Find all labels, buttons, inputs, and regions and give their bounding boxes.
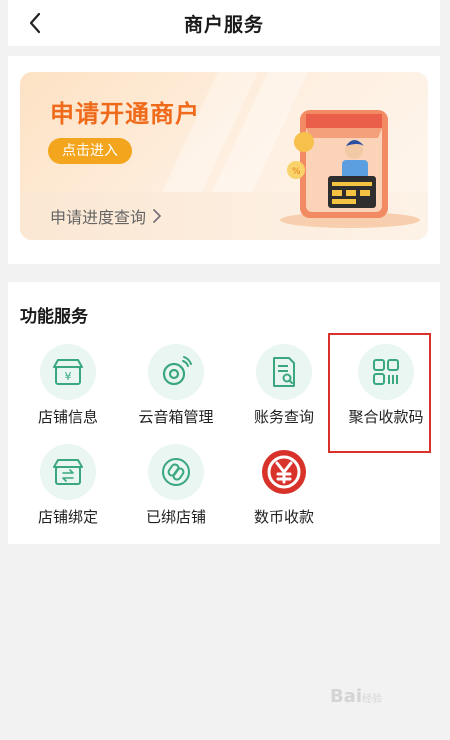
service-store-bind[interactable]: 店铺绑定	[14, 444, 122, 540]
banner-title: 申请开通商户	[50, 100, 200, 128]
chevron-right-icon	[153, 209, 161, 223]
merchant-illustration-icon: %	[280, 110, 420, 228]
service-label: 账务查询	[253, 408, 314, 426]
apply-button[interactable]: 点击进入	[48, 138, 132, 164]
service-label: 云音箱管理	[138, 408, 214, 426]
speaker-icon	[148, 344, 204, 400]
progress-query-label: 申请进度查询	[50, 208, 147, 227]
header-bar: 商户服务	[8, 0, 440, 46]
service-label: 数币收款	[253, 508, 314, 526]
store-bind-icon	[40, 444, 96, 500]
watermark-logo: Bai经验	[330, 686, 382, 707]
service-digital-currency[interactable]: 数币收款	[230, 444, 338, 540]
store-info-icon: ¥	[40, 344, 96, 400]
page-title: 商户服务	[183, 14, 264, 36]
service-label: 店铺信息	[37, 408, 98, 426]
highlight-box	[328, 333, 431, 453]
link-icon	[148, 444, 204, 500]
service-bill-query[interactable]: 账务查询	[230, 344, 338, 440]
watermark-text: Bai	[330, 686, 363, 707]
service-store-info[interactable]: ¥ 店铺信息	[14, 344, 122, 440]
bill-search-icon	[256, 344, 312, 400]
service-speaker-manage[interactable]: 云音箱管理	[122, 344, 230, 440]
watermark-suffix: 经验	[362, 694, 383, 705]
svg-text:%: %	[292, 167, 301, 177]
svg-text:¥: ¥	[65, 370, 72, 383]
merchant-banner-card: 申请开通商户 点击进入 申请进度查询 %	[8, 56, 440, 264]
service-label: 已绑店铺	[145, 508, 206, 526]
service-bound-stores[interactable]: 已绑店铺	[122, 444, 230, 540]
section-title: 功能服务	[20, 307, 88, 327]
apply-merchant-banner[interactable]: 申请开通商户 点击进入 申请进度查询 %	[20, 72, 428, 240]
digital-yuan-icon	[256, 444, 312, 500]
progress-query-link[interactable]: 申请进度查询	[50, 204, 162, 228]
service-label: 店铺绑定	[37, 508, 98, 526]
